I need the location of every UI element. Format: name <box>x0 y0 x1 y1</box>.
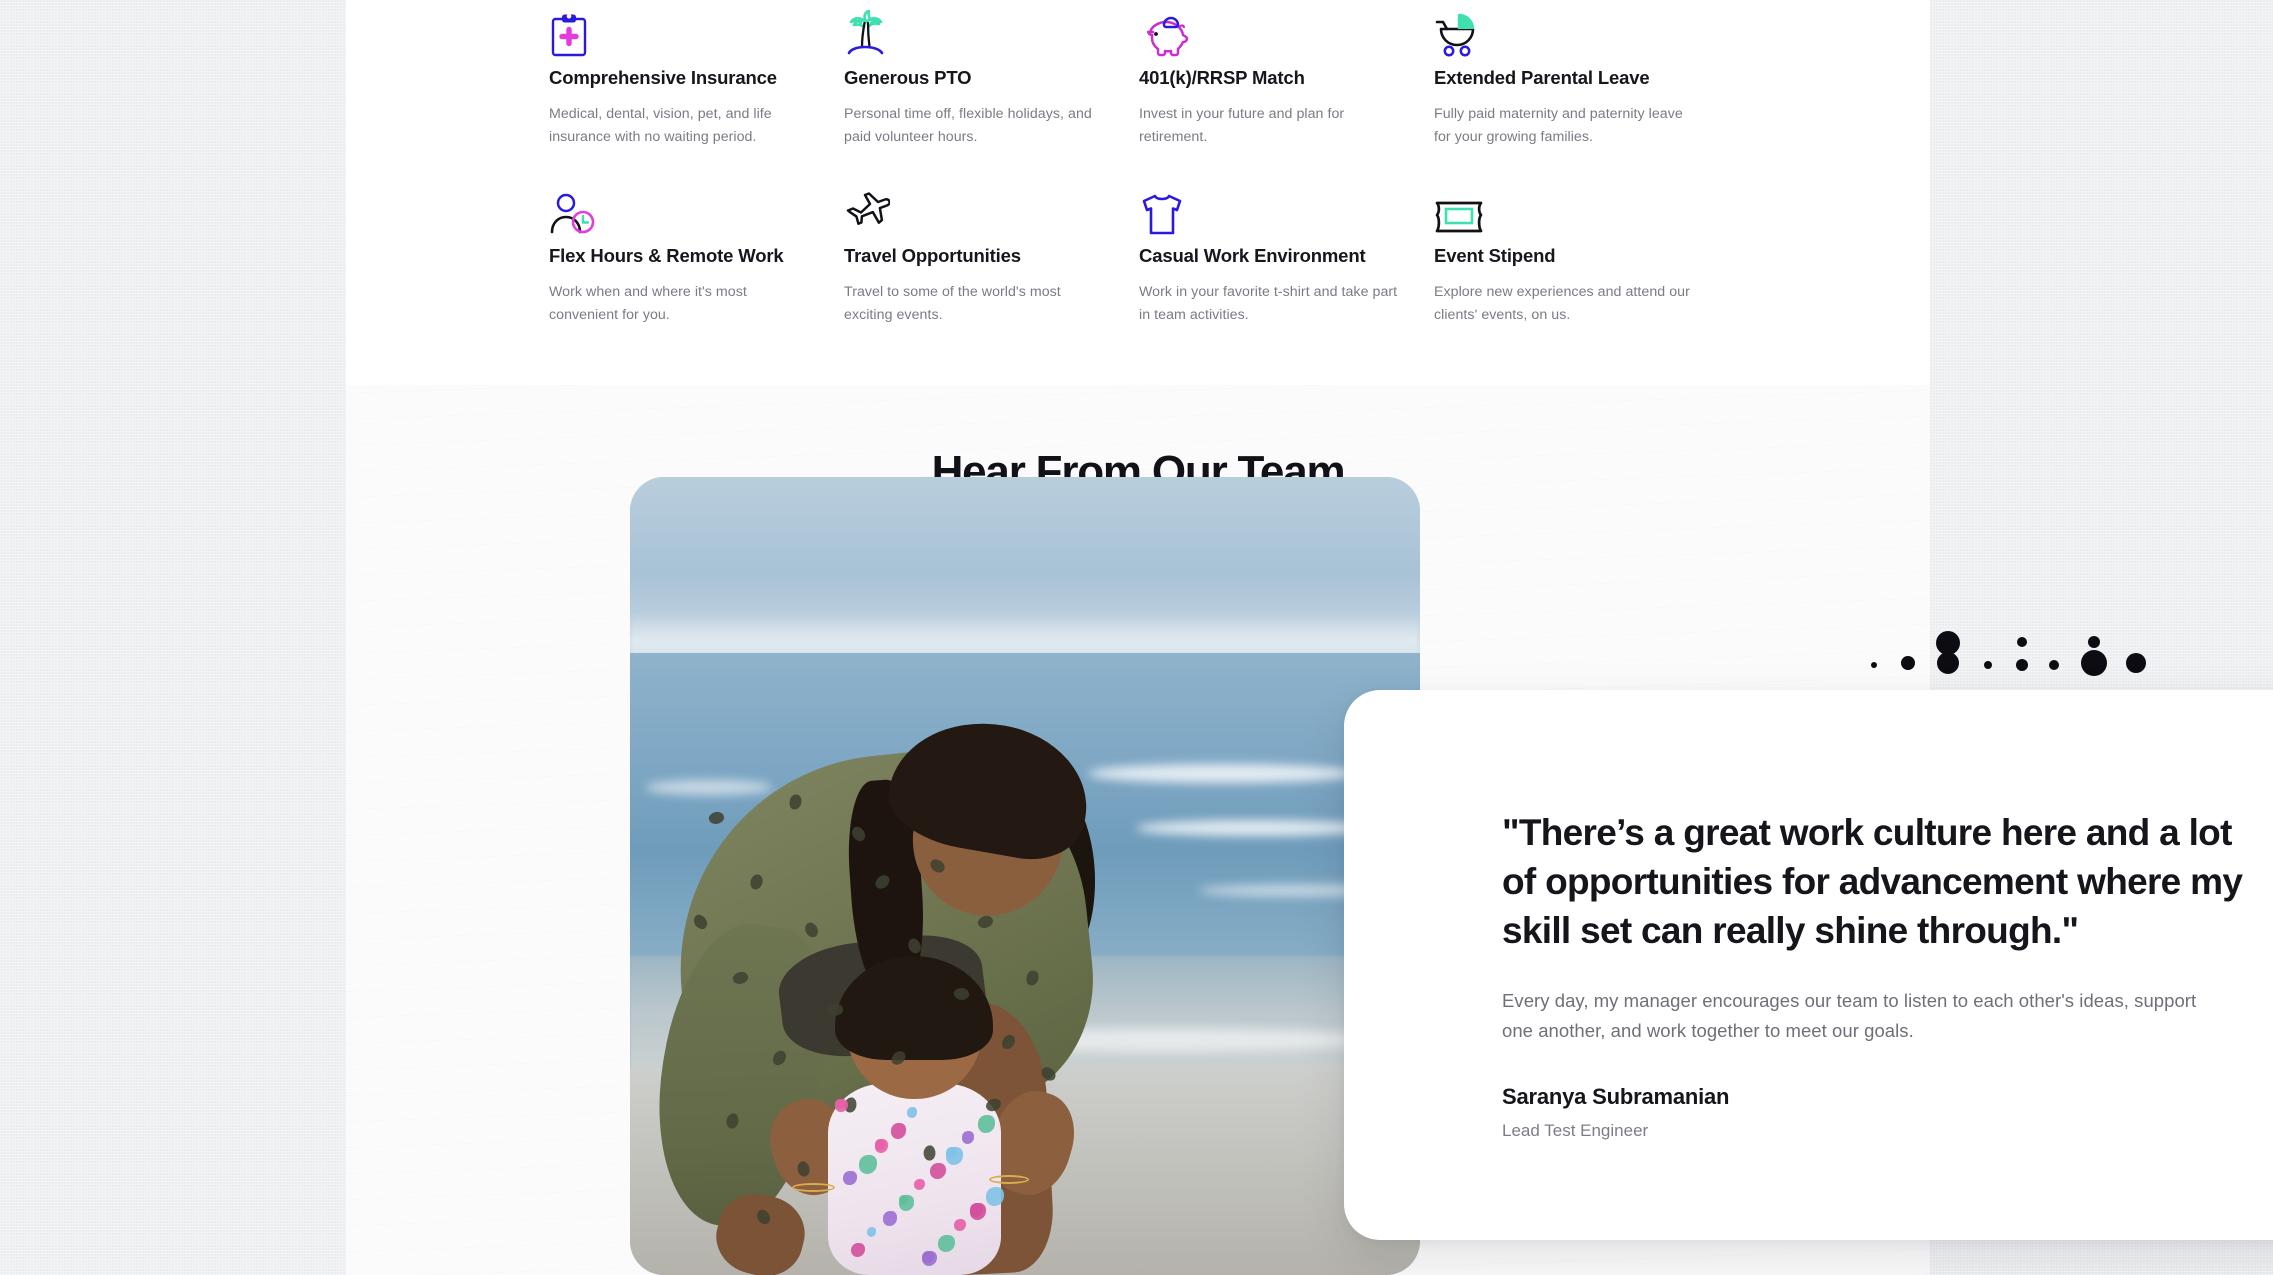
benefit-description: Invest in your future and plan for retir… <box>1139 106 1345 146</box>
benefit-card-event-stipend: Event Stipend Explore new experiences an… <box>1434 176 1729 352</box>
photo-floral-print <box>985 1187 1004 1206</box>
decor-dot <box>1984 661 1992 669</box>
photo-floral-print <box>890 1123 906 1139</box>
palm-tree-icon <box>844 0 1105 58</box>
piggy-bank-icon <box>1139 0 1400 58</box>
decor-dot <box>2016 659 2028 671</box>
dot-pattern-decoration <box>1836 625 2146 683</box>
benefit-description: Fully paid maternity and paternity leave… <box>1434 106 1683 146</box>
photo-floral-print <box>906 1107 917 1118</box>
person-clock-icon <box>549 176 810 236</box>
event-ticket-icon <box>1434 176 1695 236</box>
baby-stroller-icon <box>1434 0 1695 58</box>
benefit-description: Personal time off, flexible holidays, an… <box>844 106 1092 146</box>
photo-floral-print <box>938 1235 955 1252</box>
photo-canvas <box>630 477 1420 1275</box>
photo-floral-print <box>843 1171 857 1185</box>
decor-dot <box>1936 631 1960 655</box>
airplane-icon <box>844 176 1105 236</box>
benefit-title: Comprehensive Insurance <box>549 67 777 88</box>
photo-wave <box>1135 820 1373 837</box>
benefit-description: Explore new experiences and attend our c… <box>1434 284 1690 324</box>
benefit-description: Work when and where it's most convenient… <box>549 284 747 324</box>
benefit-card-casual-environment: Casual Work Environment Work in your fav… <box>1139 176 1434 352</box>
benefit-title: Generous PTO <box>844 67 972 88</box>
team-photo <box>630 477 1420 1275</box>
clipboard-medical-icon <box>549 0 810 58</box>
benefit-title: Extended Parental Leave <box>1434 67 1650 88</box>
decor-dot <box>1871 662 1877 668</box>
benefit-card-comprehensive-insurance: Comprehensive Insurance Medical, dental,… <box>549 0 844 176</box>
benefit-title: 401(k)/RRSP Match <box>1139 67 1305 88</box>
benefit-card-parental-leave: Extended Parental Leave Fully paid mater… <box>1434 0 1729 176</box>
decor-dot <box>1901 656 1915 670</box>
benefit-description: Work in your favorite t-shirt and take p… <box>1139 284 1398 324</box>
photo-wave <box>645 780 773 795</box>
photo-floral-print <box>898 1195 909 1205</box>
decor-dot <box>1937 652 1959 674</box>
benefit-card-generous-pto: Generous PTO Personal time off, flexible… <box>844 0 1139 176</box>
benefit-card-retirement-match: 401(k)/RRSP Match Invest in your future … <box>1139 0 1434 176</box>
benefits-grid: Comprehensive Insurance Medical, dental,… <box>549 0 1699 352</box>
decor-dot <box>2088 636 2100 648</box>
benefit-title: Casual Work Environment <box>1139 245 1366 266</box>
benefit-card-travel: Travel Opportunities Travel to some of t… <box>844 176 1139 352</box>
benefit-description: Medical, dental, vision, pet, and life i… <box>549 106 772 146</box>
benefit-description: Travel to some of the world's most excit… <box>844 284 1061 324</box>
benefit-card-flex-hours: Flex Hours & Remote Work Work when and w… <box>549 176 844 352</box>
benefit-title: Event Stipend <box>1434 245 1556 266</box>
decor-dot <box>2126 653 2146 673</box>
decor-dot <box>2017 637 2027 647</box>
photo-floral-print <box>882 1211 898 1226</box>
benefit-title: Travel Opportunities <box>844 245 1021 266</box>
testimonial-card: "There’s a great work culture here and a… <box>1344 690 2273 1240</box>
benefit-title: Flex Hours & Remote Work <box>549 245 784 266</box>
testimonial-author-name: Saranya Subramanian <box>1502 1083 1730 1109</box>
testimonial-supporting-text: Every day, my manager encourages our tea… <box>1502 989 2197 1041</box>
t-shirt-icon <box>1139 176 1400 236</box>
decor-dot <box>2081 650 2107 676</box>
content-column: Comprehensive Insurance Medical, dental,… <box>346 0 2273 1275</box>
testimonial-quote: "There’s a great work culture here and a… <box>1502 812 2243 952</box>
benefits-section: Comprehensive Insurance Medical, dental,… <box>346 0 1930 385</box>
decor-dot <box>2049 660 2059 670</box>
testimonial-author-role: Lead Test Engineer <box>1502 1120 1649 1140</box>
